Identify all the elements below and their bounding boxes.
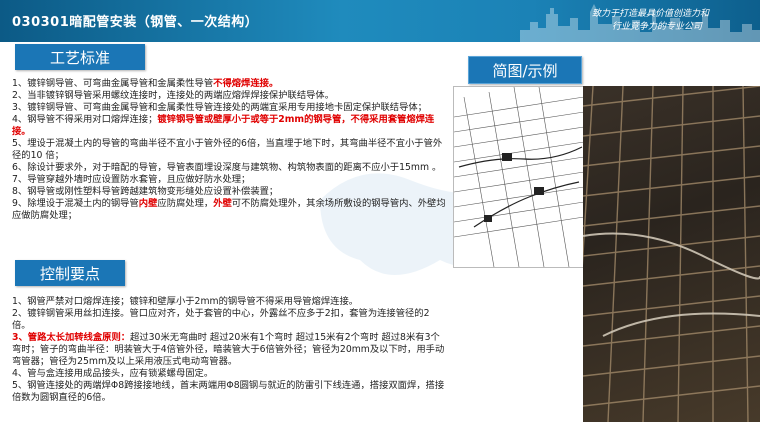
control-item-4: 4、管与盒连接用成品接头，应有锁紧螺母固定。 (12, 368, 214, 379)
figure-example-label: 简图/示例 (468, 56, 582, 84)
process-item-7: 7、导管穿越外墙时应设置防水套管，且应做好防水处理； (12, 174, 251, 185)
control-item-3: 3、管路太长加转线盒原则：超过30米无弯曲时 超过20米有1个弯时 超过15米有… (12, 332, 446, 368)
conduit-diagram-drawing (453, 86, 585, 268)
control-points-list: 1、钢管严禁对口熔焊连接；镀锌和壁厚小于2mm的钢导管不得采用导管熔焊连接。 2… (12, 296, 446, 404)
junction-box-3 (484, 215, 492, 222)
process-item-1-warning: 不得熔焊连接。 (213, 78, 279, 89)
process-item-9-warning-2: 外壁 (213, 198, 232, 209)
process-item-1: 1、镀锌钢导管、可弯曲金属导管和金属柔性导管不得熔焊连接。 (12, 78, 446, 90)
conduit-layout-diagram (453, 86, 585, 268)
process-item-4: 4、钢导管不得采用对口熔焊连接；镀锌钢导管或壁厚小于或等于2mm的钢导管，不得采… (12, 114, 446, 138)
process-item-2: 2、当非镀锌钢导管采用螺纹连接时，连接处的两端应熔焊焊接保护联结导体。 (12, 90, 335, 101)
process-item-8: 8、钢导管或刚性塑料导管跨越建筑物变形缝处应设置补偿装置； (12, 186, 279, 197)
process-item-1-text: 1、镀锌钢导管、可弯曲金属导管和金属柔性导管 (12, 78, 214, 89)
process-item-5: 5、埋设于混凝土内的导管的弯曲半径不宜小于管外径的6倍，当直埋于地下时，其弯曲半… (12, 138, 443, 161)
page-title: 030301暗配管安装（钢管、一次结构） (12, 15, 259, 30)
process-item-9-text-b: 应防腐处理， (157, 198, 214, 209)
process-standard-list: 1、镀锌钢导管、可弯曲金属导管和金属柔性导管不得熔焊连接。 2、当非镀锌钢导管采… (12, 78, 446, 222)
junction-box-2 (534, 187, 544, 195)
slogan-line-2: 行业竞争力的专业公司 (612, 22, 703, 32)
process-item-9-warning-1: 内壁 (138, 198, 158, 209)
control-points-label: 控制要点 (15, 260, 125, 286)
process-item-6: 6、除设计要求外，对于暗配的导管，导管表面埋设深度与建筑物、构筑物表面的距离不应… (12, 162, 442, 173)
process-item-9-text-a: 9、除埋设于混凝土内的钢导管 (12, 198, 139, 209)
rebar-grid-drawing (583, 86, 760, 422)
control-item-5: 5、钢管连接处的两端焊Φ8跨接接地线，首末两端用Φ8圆钢与就近的防雷引下线连通，… (12, 380, 445, 403)
process-standard-label: 工艺标准 (15, 44, 145, 70)
slogan-line-1: 致力于打造最具价值创造力和 (592, 9, 710, 19)
process-item-9: 9、除埋设于混凝土内的钢导管内壁应防腐处理，外壁可不防腐处理外，其余场所敷设的钢… (12, 198, 446, 222)
process-item-4-text: 4、钢导管不得采用对口熔焊连接； (12, 114, 158, 125)
process-item-3: 3、镀锌钢导管、可弯曲金属导管和金属柔性导管连接处的两端宜采用专用接地卡固定保护… (12, 102, 427, 113)
header-banner: 030301暗配管安装（钢管、一次结构） 致力于打造最具价值创造力和 行业竞争力… (0, 0, 760, 42)
site-rebar-photo (583, 86, 760, 422)
control-item-3-heading: 3、管路太长加转线盒原则： (12, 332, 131, 343)
junction-box-1 (502, 153, 512, 161)
control-item-2: 2、镀锌钢管采用丝扣连接。管口应对齐，处于套管的中心，外露丝不应多于2扣，套管为… (12, 308, 430, 331)
control-item-1: 1、钢管严禁对口熔焊连接；镀锌和壁厚小于2mm的钢导管不得采用导管熔焊连接。 (12, 296, 359, 307)
